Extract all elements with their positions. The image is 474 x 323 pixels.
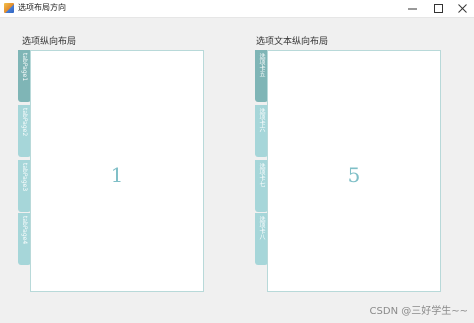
minimize-icon — [407, 8, 417, 9]
tab-label: tabPage3 — [21, 163, 28, 192]
window-title: 选项布局方向 — [18, 3, 66, 12]
tab-label: tabPage2 — [21, 108, 28, 137]
left-group-label: 选项纵向布局 — [22, 37, 77, 47]
app-icon — [4, 3, 14, 13]
close-icon — [457, 3, 467, 13]
tab-label: 选项卡八 — [258, 216, 265, 240]
maximize-icon — [433, 3, 443, 13]
tab-label: tabPage1 — [21, 53, 28, 82]
tab-label: 选项卡五 — [258, 53, 265, 77]
title-bar: 选项布局方向 — [0, 0, 474, 18]
tab-label: tabPage4 — [21, 216, 28, 245]
right-group-label: 选项文本纵向布局 — [256, 37, 329, 47]
tab-label: 选项卡七 — [258, 163, 265, 187]
panel-content-number: 5 — [347, 163, 361, 187]
watermark: CSDN @三好学生~~ — [369, 306, 468, 317]
close-button[interactable] — [448, 0, 474, 16]
panel-content-number: 1 — [110, 163, 124, 187]
left-tab-panel: 1 — [30, 50, 204, 292]
right-tab-panel: 5 — [267, 50, 441, 292]
minimize-button[interactable] — [398, 0, 426, 16]
tab-label: 选项卡六 — [258, 108, 265, 132]
